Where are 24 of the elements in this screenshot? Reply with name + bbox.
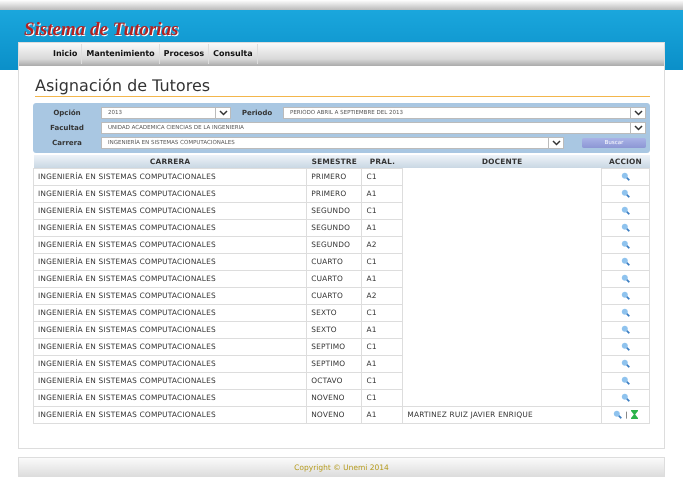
search-icon[interactable] <box>620 308 630 318</box>
search-icon[interactable] <box>620 257 630 266</box>
page-title: Asignación de Tutores <box>35 76 650 97</box>
menu-item[interactable]: Inicio <box>49 44 82 64</box>
caret-icon <box>552 140 560 146</box>
search-icon[interactable] <box>620 359 630 368</box>
menu-item[interactable]: Consulta <box>209 44 258 64</box>
site-title: Sistema de Tutorias <box>24 18 180 39</box>
search-icon[interactable] <box>620 376 630 386</box>
search-icon[interactable] <box>620 189 630 198</box>
search-icon[interactable] <box>613 410 622 420</box>
hourglass-icon[interactable] <box>630 410 638 420</box>
search-icon[interactable] <box>620 240 630 250</box>
menu-item[interactable]: Mantenimiento <box>82 44 160 64</box>
search-icon[interactable] <box>620 223 630 232</box>
search-icon[interactable] <box>620 325 630 334</box>
search-icon[interactable] <box>620 206 630 216</box>
caret-icon <box>218 110 228 116</box>
menu-item[interactable]: Procesos <box>160 44 210 64</box>
search-icon[interactable] <box>620 172 630 182</box>
search-icon[interactable] <box>620 274 630 284</box>
search-icon[interactable] <box>620 393 630 402</box>
search-icon[interactable] <box>620 291 630 300</box>
search-icon[interactable] <box>620 342 630 352</box>
